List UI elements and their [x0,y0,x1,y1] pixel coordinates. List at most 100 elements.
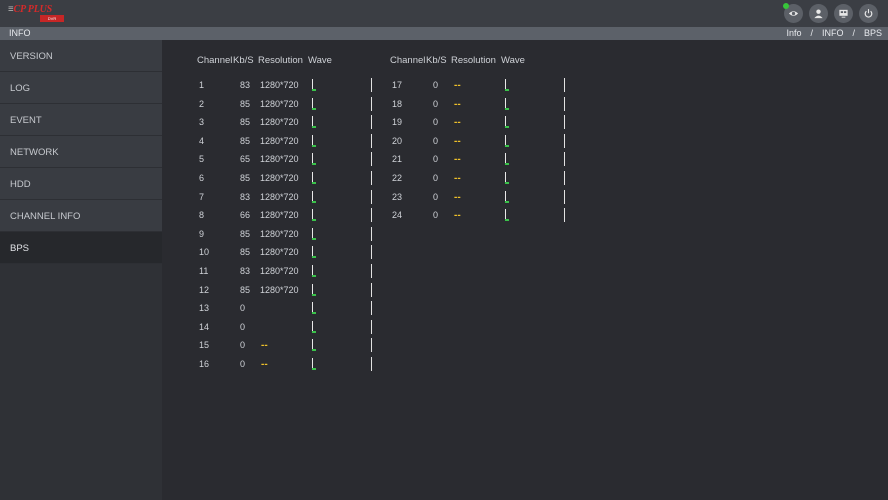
channel-kbps: 85 [240,173,251,183]
channel-kbps: 0 [240,322,246,332]
top-bar: ≡CP PLUS DVR [0,0,888,27]
channel-kbps: 85 [240,229,251,239]
wave-scale-marker [371,264,372,278]
wave-scale-marker [371,338,372,352]
wave-bar [312,172,316,184]
wave-scale-marker [371,208,372,222]
channel-resolution: 1280*720 [260,173,299,183]
wave-scale-marker [564,208,565,222]
wave-scale-marker [371,134,372,148]
channel-resolution: -- [454,80,461,91]
breadcrumb-info-section[interactable]: INFO [822,27,844,40]
wave-bar [312,284,316,296]
wave-scale-marker [564,190,565,204]
channel-number: 17 [392,80,403,90]
channel-resolution: 1280*720 [260,210,299,220]
channel-number: 1 [199,80,205,90]
channel-resolution: -- [261,340,268,351]
header-resolution: Resolution [451,55,496,66]
channel-number: 23 [392,192,403,202]
channel-resolution: 1280*720 [260,154,299,164]
channel-resolution: -- [454,173,461,184]
channel-kbps: 65 [240,154,251,164]
channel-kbps: 83 [240,266,251,276]
wave-scale-marker [371,190,372,204]
eye-icon[interactable] [783,3,803,23]
page-title: INFO [9,28,31,38]
wave-bar [312,265,316,277]
channel-resolution: -- [261,359,268,370]
channel-kbps: 0 [433,99,439,109]
channel-kbps: 0 [433,192,439,202]
channel-number: 7 [199,192,205,202]
brand-name: CP PLUS [13,4,53,15]
sidebar-item-bps[interactable]: BPS [0,232,162,264]
channel-number: 2 [199,99,205,109]
channel-resolution: 1280*720 [260,247,299,257]
sidebar-item-event[interactable]: EVENT [0,104,162,136]
wave-bar [312,191,316,203]
header-wave: Wave [308,55,332,66]
sidebar-item-hdd[interactable]: HDD [0,168,162,200]
channel-resolution: -- [454,154,461,165]
channel-number: 22 [392,173,403,183]
breadcrumb-separator: / [852,28,855,38]
title-bar: INFO Info / INFO / BPS [0,27,888,40]
sidebar-item-channel-info[interactable]: CHANNEL INFO [0,200,162,232]
wave-bar [312,79,316,91]
online-status-dot [783,3,789,9]
channel-number: 18 [392,99,403,109]
channel-kbps: 0 [433,117,439,127]
channel-kbps: 0 [433,136,439,146]
wave-bar [312,228,316,240]
wave-scale-marker [564,134,565,148]
channel-kbps: 85 [240,99,251,109]
header-wave: Wave [501,55,525,66]
channel-number: 24 [392,210,403,220]
wave-bar [312,116,316,128]
channel-resolution: 1280*720 [260,192,299,202]
channel-resolution: 1280*720 [260,229,299,239]
sidebar-item-version[interactable]: VERSION [0,40,162,72]
breadcrumb-info[interactable]: Info [786,27,801,40]
wave-bar [505,135,509,147]
sidebar-item-network[interactable]: NETWORK [0,136,162,168]
user-icon[interactable] [809,4,828,23]
channel-kbps: 85 [240,117,251,127]
channel-kbps: 0 [433,210,439,220]
wave-scale-marker [371,227,372,241]
channel-resolution: 1280*720 [260,99,299,109]
sidebar-item-log[interactable]: LOG [0,72,162,104]
channel-number: 19 [392,117,403,127]
channel-kbps: 85 [240,136,251,146]
wave-bar [505,98,509,110]
wave-scale-marker [564,115,565,129]
wave-scale-marker [371,357,372,371]
channel-number: 10 [199,247,210,257]
wave-scale-marker [564,78,565,92]
sidebar: VERSION LOG EVENT NETWORK HDD CHANNEL IN… [0,40,162,500]
channel-resolution: -- [454,136,461,147]
channel-number: 14 [199,322,210,332]
wave-bar [505,172,509,184]
brand-sub: DVR [40,15,64,22]
wave-scale-marker [564,171,565,185]
channel-number: 9 [199,229,205,239]
channel-resolution: -- [454,210,461,221]
wave-scale-marker [371,301,372,315]
breadcrumb: Info / INFO / BPS [786,27,882,40]
channel-kbps: 0 [433,154,439,164]
wave-bar [505,116,509,128]
channel-kbps: 0 [433,173,439,183]
wave-scale-marker [564,97,565,111]
display-icon[interactable] [834,4,853,23]
header-kbps: Kb/S [233,55,254,66]
top-icons [783,3,878,24]
channel-number: 12 [199,285,210,295]
channel-resolution: -- [454,117,461,128]
wave-bar [505,153,509,165]
channel-resolution: 1280*720 [260,80,299,90]
power-icon[interactable] [859,4,878,23]
wave-bar [505,209,509,221]
wave-bar [312,153,316,165]
